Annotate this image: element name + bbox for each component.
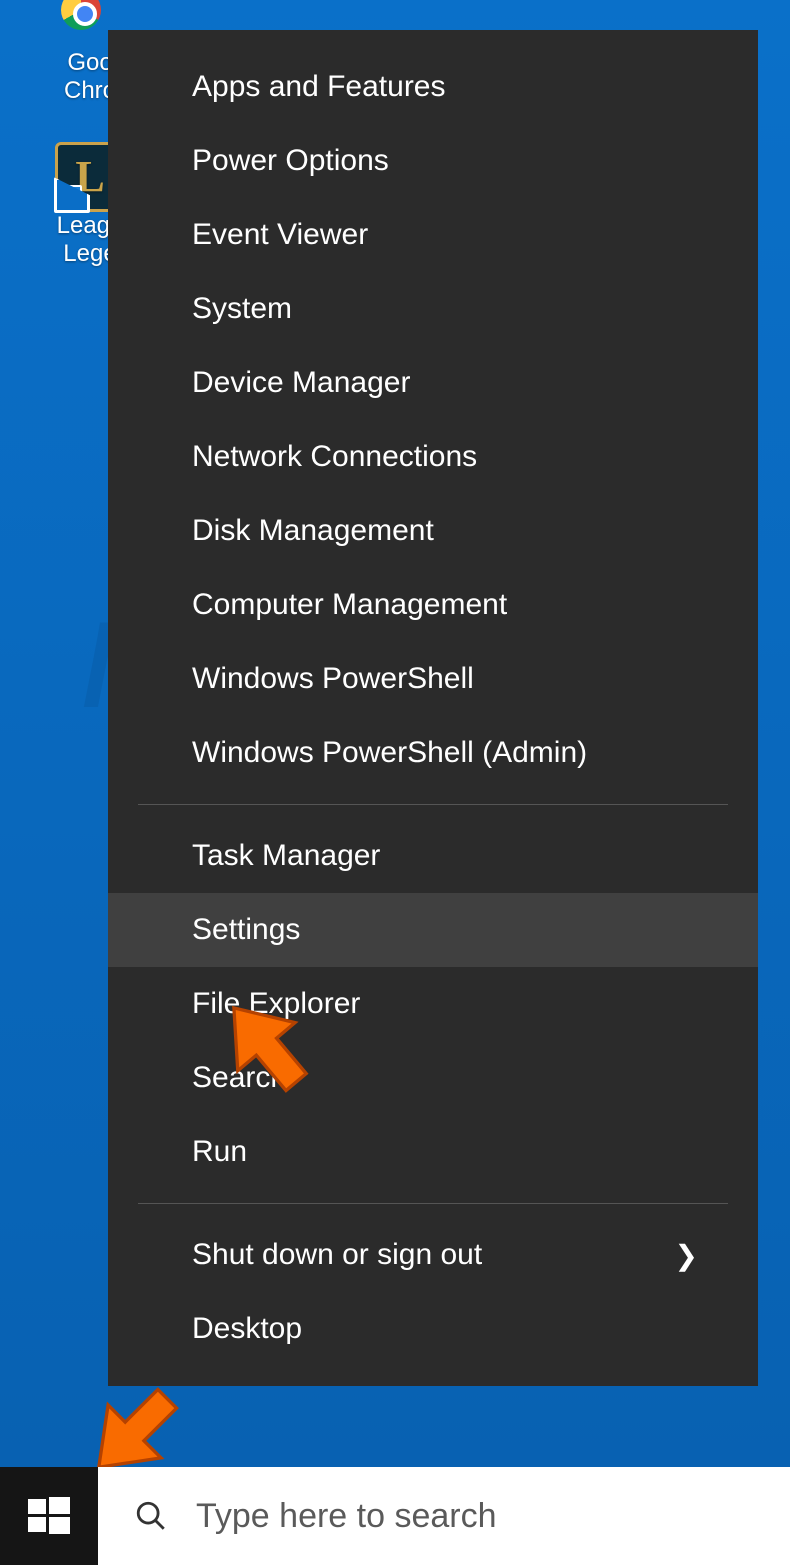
search-icon: [134, 1499, 168, 1533]
shortcut-overlay-icon: ↗: [56, 185, 82, 211]
menu-shutdown-signout[interactable]: Shut down or sign out ❯: [108, 1218, 758, 1292]
menu-item-label: Desktop: [192, 1312, 302, 1346]
menu-item-label: Task Manager: [192, 839, 380, 873]
menu-apps-and-features[interactable]: Apps and Features: [108, 50, 758, 124]
menu-run[interactable]: Run: [108, 1115, 758, 1189]
menu-event-viewer[interactable]: Event Viewer: [108, 198, 758, 272]
menu-item-label: Shut down or sign out: [192, 1238, 482, 1272]
taskbar: Type here to search: [0, 1467, 790, 1565]
desktop-background: risk.com GooChro L ↗ LeaguLege Apps and …: [0, 0, 790, 1565]
chevron-right-icon: ❯: [675, 1239, 698, 1272]
menu-separator: [138, 1203, 728, 1204]
menu-item-label: Windows PowerShell: [192, 662, 474, 696]
menu-item-label: Settings: [192, 913, 300, 947]
menu-item-label: Windows PowerShell (Admin): [192, 736, 587, 770]
winx-context-menu: Apps and Features Power Options Event Vi…: [108, 30, 758, 1386]
menu-search[interactable]: Search: [108, 1041, 758, 1115]
menu-network-connections[interactable]: Network Connections: [108, 420, 758, 494]
menu-file-explorer[interactable]: File Explorer: [108, 967, 758, 1041]
menu-item-label: Search: [192, 1061, 287, 1095]
menu-power-options[interactable]: Power Options: [108, 124, 758, 198]
search-placeholder: Type here to search: [196, 1497, 497, 1536]
menu-item-label: File Explorer: [192, 987, 360, 1021]
menu-system[interactable]: System: [108, 272, 758, 346]
menu-windows-powershell[interactable]: Windows PowerShell: [108, 642, 758, 716]
menu-item-label: Run: [192, 1135, 247, 1169]
menu-item-label: Network Connections: [192, 440, 477, 474]
menu-device-manager[interactable]: Device Manager: [108, 346, 758, 420]
menu-separator: [138, 804, 728, 805]
menu-settings[interactable]: Settings: [108, 893, 758, 967]
menu-disk-management[interactable]: Disk Management: [108, 494, 758, 568]
taskbar-search[interactable]: Type here to search: [98, 1467, 790, 1565]
menu-computer-management[interactable]: Computer Management: [108, 568, 758, 642]
windows-logo-icon: [28, 1495, 70, 1537]
start-button[interactable]: [0, 1467, 98, 1565]
menu-item-label: Power Options: [192, 144, 389, 178]
menu-windows-powershell-admin[interactable]: Windows PowerShell (Admin): [108, 716, 758, 790]
menu-item-label: Event Viewer: [192, 218, 368, 252]
menu-task-manager[interactable]: Task Manager: [108, 819, 758, 893]
menu-item-label: System: [192, 292, 292, 326]
menu-item-label: Disk Management: [192, 514, 434, 548]
menu-item-label: Device Manager: [192, 366, 410, 400]
menu-item-label: Computer Management: [192, 588, 507, 622]
menu-item-label: Apps and Features: [192, 70, 446, 104]
menu-desktop[interactable]: Desktop: [108, 1292, 758, 1366]
